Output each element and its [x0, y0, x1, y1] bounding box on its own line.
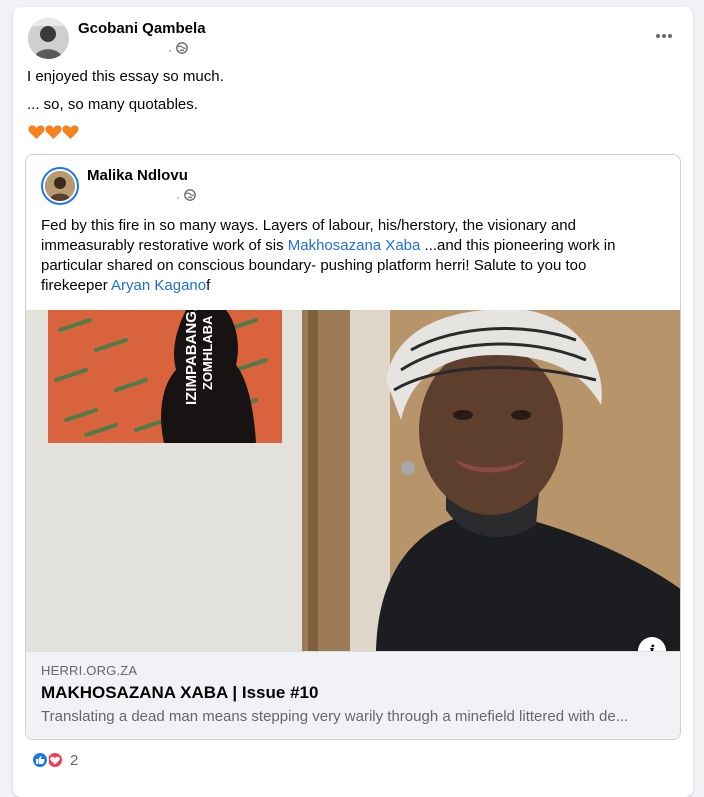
link-description: Translating a dead man means stepping ve…: [41, 708, 629, 725]
globe-icon[interactable]: [176, 42, 188, 57]
reaction-count[interactable]: 2: [70, 752, 78, 769]
shared-author-name[interactable]: Malika Ndlovu: [87, 167, 188, 184]
meta-separator: ·: [176, 189, 180, 204]
post-header: Gcobani Qambela ·: [28, 18, 678, 60]
mention-makhosazana-xaba[interactable]: Makhosazana Xaba: [288, 237, 421, 254]
orange-heart-icon: [62, 125, 79, 139]
mention-aryan-kagano[interactable]: Aryan Kagano: [111, 277, 206, 294]
post-text-line-1: I enjoyed this essay so much.: [27, 68, 224, 85]
shared-text-line-2a: immeasurably restorative work of sis: [41, 237, 288, 254]
post-text-line-2: ... so, so many quotables.: [27, 96, 198, 113]
link-title[interactable]: MAKHOSAZANA XABA | Issue #10: [41, 683, 318, 703]
book-subtitle-text: ZOMHLABA: [200, 315, 215, 390]
shared-post-meta: ·: [176, 189, 196, 204]
ellipsis-icon: [656, 34, 672, 38]
reactions-summary[interactable]: 2: [31, 751, 78, 769]
shared-text-line-4a: firekeeper: [41, 277, 112, 294]
orange-heart-icon: [28, 125, 45, 139]
more-options-button[interactable]: [650, 24, 678, 48]
post-card: Gcobani Qambela · I enjoyed this essay s…: [13, 7, 693, 797]
author-name[interactable]: Gcobani Qambela: [78, 20, 206, 37]
link-preview-image[interactable]: IZIMPABANGA ZOMHLABA: [26, 310, 680, 651]
orange-heart-icon: [45, 125, 62, 139]
shared-text-line-4b: f: [206, 277, 211, 294]
shared-text-line-2b: ...and this pioneering work in: [420, 237, 616, 254]
shared-post[interactable]: Malika Ndlovu · Fed by this fire in so m…: [25, 154, 681, 740]
shared-post-text: Fed by this fire in so many ways. Layers…: [41, 216, 669, 296]
shared-author-avatar[interactable]: [41, 167, 79, 205]
book-title-text: IZIMPABANGA: [183, 310, 200, 405]
meta-separator: ·: [168, 42, 172, 57]
link-preview-footer[interactable]: HERRI.ORG.ZA MAKHOSAZANA XABA | Issue #1…: [26, 651, 680, 739]
post-meta: ·: [168, 42, 188, 57]
link-domain: HERRI.ORG.ZA: [41, 663, 138, 678]
avatar[interactable]: [28, 18, 69, 59]
emoji-row: [28, 124, 79, 140]
shared-text-line-1: Fed by this fire in so many ways. Layers…: [41, 217, 576, 234]
shared-text-line-3: particular shared on conscious boundary-…: [41, 257, 587, 274]
link-preview-card[interactable]: IZIMPABANGA ZOMHLABA i: [26, 310, 680, 739]
globe-icon[interactable]: [184, 189, 196, 204]
like-icon: [31, 751, 49, 769]
